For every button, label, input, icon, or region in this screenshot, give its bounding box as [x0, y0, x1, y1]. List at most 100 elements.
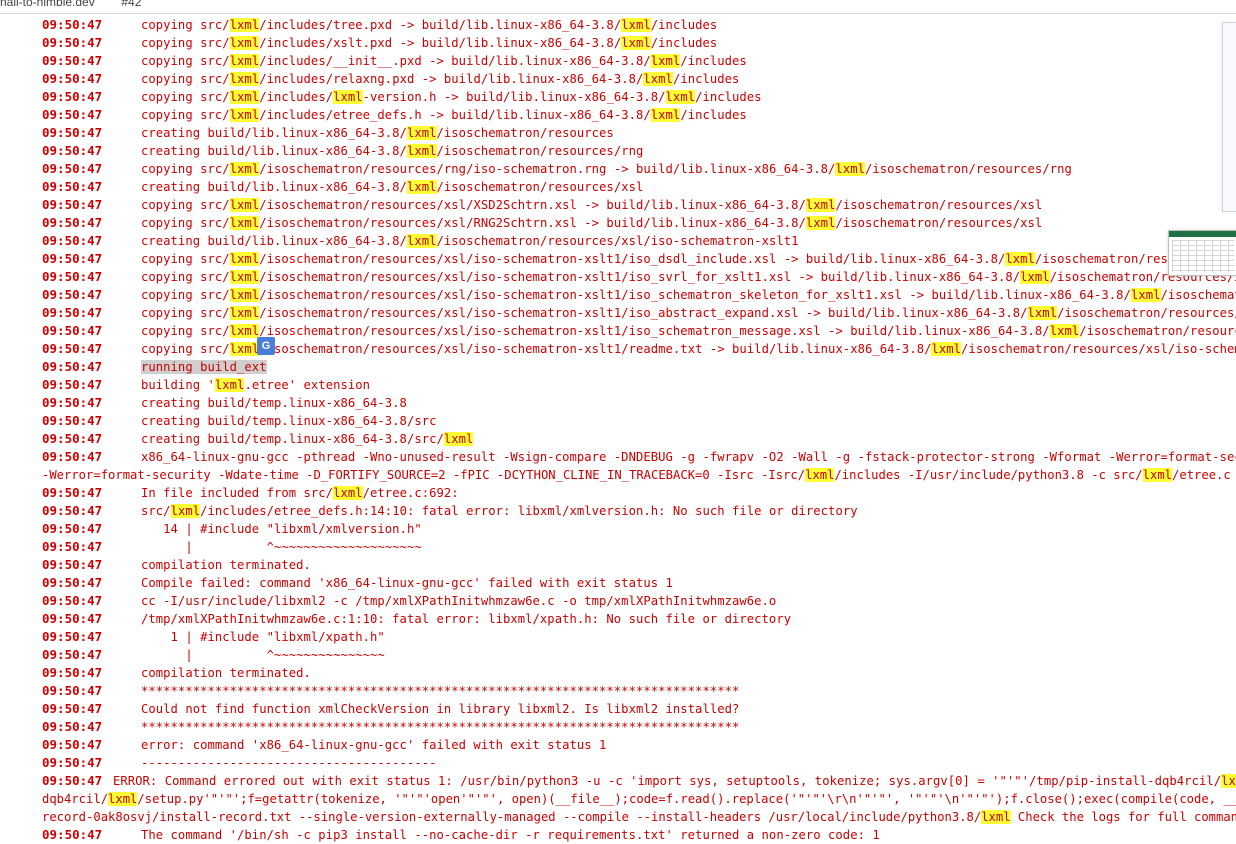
log-line: 09:50:47 creating build/lib.linux-x86_64-… — [0, 142, 1236, 160]
log-text: copying src/ — [141, 216, 230, 230]
log-line: 09:50:47 creating build/temp.linux-x86_64… — [0, 394, 1236, 412]
log-line: record-0ak8osvj/install-record.txt --sin… — [0, 808, 1236, 826]
log-text: /includes/etree_defs.h:14:10: fatal erro… — [200, 504, 858, 518]
log-text: /isoschematron/resources/xsl/iso-schemat… — [259, 324, 1050, 338]
log-message: The command '/bin/sh -c pip3 install --n… — [141, 826, 880, 844]
log-line: 09:50:47 copying src/lxml/includes/tree.p… — [0, 16, 1236, 34]
translate-icon[interactable]: G — [257, 337, 275, 355]
log-timestamp: 09:50:47 — [42, 503, 103, 518]
log-message: creating build/lib.linux-x86_64-3.8/lxml… — [141, 178, 643, 196]
log-message: running build_ext — [141, 358, 267, 376]
log-text: /includes — [672, 72, 740, 86]
log-timestamp: 09:50:47 — [42, 413, 103, 428]
log-text: copying src/ — [141, 18, 230, 32]
log-message: creating build/temp.linux-x86_64-3.8/src… — [141, 430, 474, 448]
log-text: error: command 'x86_64-linux-gnu-gcc' fa… — [141, 738, 607, 752]
search-highlight: lxml — [650, 54, 681, 68]
log-message: -Werror=format-security -Wdate-time -D_F… — [42, 466, 1236, 484]
log-text: /includes -I/usr/include/python3.8 -c sr… — [834, 468, 1143, 482]
log-text: /tmp/xmlXPathInitwhmzaw6e.c:1:10: fatal … — [141, 612, 792, 626]
log-text: copying src/ — [141, 306, 230, 320]
log-text: /includes/ — [259, 90, 334, 104]
log-timestamp: 09:50:47 — [42, 251, 103, 266]
log-text: building ' — [141, 378, 215, 392]
log-text: copying src/ — [141, 288, 230, 302]
log-line: 09:50:47 Could not find function xmlCheck… — [0, 700, 1236, 718]
log-line: 09:50:47 src/lxml/includes/etree_defs.h:1… — [0, 502, 1236, 520]
log-text: creating build/lib.linux-x86_64-3.8/ — [141, 234, 407, 248]
log-timestamp: 09:50:47 — [42, 89, 103, 104]
search-highlight: lxml — [1130, 288, 1161, 302]
search-highlight: lxml — [621, 36, 651, 50]
spreadsheet-thumbnail[interactable] — [1168, 230, 1236, 276]
log-message: dqb4rcil/lxml/setup.py'"'"';f=getattr(to… — [42, 790, 1236, 808]
log-timestamp: 09:50:47 — [42, 305, 103, 320]
log-line: 09:50:47 copying src/lxml/includes/lxml-v… — [0, 88, 1236, 106]
log-text: copying src/ — [141, 252, 230, 266]
log-text: /isoschematron/resources/xsl — [436, 180, 644, 194]
log-message: error: command 'x86_64-linux-gnu-gcc' fa… — [141, 736, 606, 754]
log-message: copying src/lxml/includes/tree.pxd -> bu… — [141, 16, 717, 34]
log-message: ****************************************… — [141, 718, 739, 736]
log-message: x86_64-linux-gnu-gcc -pthread -Wno-unuse… — [141, 448, 1236, 466]
log-text: creating build/temp.linux-x86_64-3.8 — [141, 396, 407, 410]
search-highlight: lxml — [406, 144, 437, 158]
log-text: /isoschematron/resources/rng/iso-schemat… — [259, 162, 836, 176]
log-text: Compile failed: command 'x86_64-linux-gn… — [141, 576, 673, 590]
search-highlight: lxml — [229, 108, 260, 122]
log-text: /isoschematron/resources/rng — [865, 162, 1072, 176]
log-message: copying src/lxml/isoschematron/resources… — [141, 214, 1042, 232]
log-text: compilation terminated. — [141, 558, 311, 572]
log-text: /includes — [695, 90, 762, 104]
search-highlight: lxml — [406, 234, 437, 248]
search-highlight: lxml — [229, 18, 260, 32]
log-message: Compile failed: command 'x86_64-linux-gn… — [141, 574, 673, 592]
log-message: Could not find function xmlCheckVersion … — [141, 700, 739, 718]
text-selection: running build_ext — [141, 360, 267, 374]
log-line: 09:50:47 ERROR: Command errored out with … — [0, 772, 1236, 790]
log-message: ---------------------------------------- — [141, 754, 437, 772]
log-text: /includes/tree.pxd -> build/lib.linux-x8… — [259, 18, 622, 32]
search-highlight: lxml — [229, 198, 260, 212]
log-message: src/lxml/includes/etree_defs.h:14:10: fa… — [141, 502, 858, 520]
log-text: .etree' extension — [244, 378, 371, 392]
window-title: nail-to-nimble.dev #42 — [0, 0, 142, 9]
side-panel[interactable] — [1222, 22, 1236, 212]
log-message: copying src/lxml/includes/xslt.pxd -> bu… — [141, 34, 717, 52]
search-highlight: lxml — [805, 468, 835, 482]
log-timestamp: 09:50:47 — [42, 125, 103, 140]
log-text: copying src/ — [141, 54, 230, 68]
log-message: cc -I/usr/include/libxml2 -c /tmp/xmlXPa… — [141, 592, 776, 610]
log-text: /isoschematron/resources/rng — [436, 144, 644, 158]
log-text: /isoschematron/resources/xsl/iso-schemat… — [1160, 288, 1236, 302]
log-text: ERROR: Command errored out with exit sta… — [113, 774, 1222, 788]
log-timestamp: 09:50:47 — [42, 269, 103, 284]
log-timestamp: 09:50:47 — [42, 377, 103, 392]
log-timestamp: 09:50:47 — [42, 737, 103, 752]
log-timestamp: 09:50:47 — [42, 71, 103, 86]
log-message: creating build/lib.linux-x86_64-3.8/lxml… — [141, 142, 643, 160]
log-text: copying src/ — [141, 270, 230, 284]
log-text: copying src/ — [141, 108, 230, 122]
log-line: 09:50:47 copying src/lxml/isoschematron/r… — [0, 214, 1236, 232]
log-text: /includes — [680, 108, 747, 122]
search-highlight: lxml — [665, 90, 696, 104]
log-message: creating build/lib.linux-x86_64-3.8/lxml… — [141, 124, 614, 142]
log-text: | ^~~~~~~~~~~~~~~~ — [141, 648, 385, 662]
log-timestamp: 09:50:47 — [42, 197, 103, 212]
log-line: -Werror=format-security -Wdate-time -D_F… — [0, 466, 1236, 484]
log-timestamp: 09:50:47 — [42, 773, 103, 788]
log-timestamp: 09:50:47 — [42, 179, 103, 194]
log-message: creating build/temp.linux-x86_64-3.8/src — [141, 412, 437, 430]
log-timestamp: 09:50:47 — [42, 611, 103, 626]
spreadsheet-grid — [1172, 240, 1234, 272]
log-text: /isoschematron/resources/xsl/iso-schemat… — [259, 252, 1006, 266]
log-timestamp: 09:50:47 — [42, 575, 103, 590]
search-highlight: lxml — [229, 288, 260, 302]
log-message: copying src/lxml/includes/lxml-version.h… — [141, 88, 762, 106]
log-line: 09:50:47 copying src/lxml/isoschematron/r… — [0, 160, 1236, 178]
log-message: 1 | #include "libxml/xpath.h" — [141, 628, 385, 646]
log-text: -Werror=format-security -Wdate-time -D_F… — [42, 468, 806, 482]
log-message: copying src/lxml/isoschematron/resources… — [141, 322, 1236, 340]
log-line: 09:50:47 copying src/lxml/isoschematron/r… — [0, 304, 1236, 322]
